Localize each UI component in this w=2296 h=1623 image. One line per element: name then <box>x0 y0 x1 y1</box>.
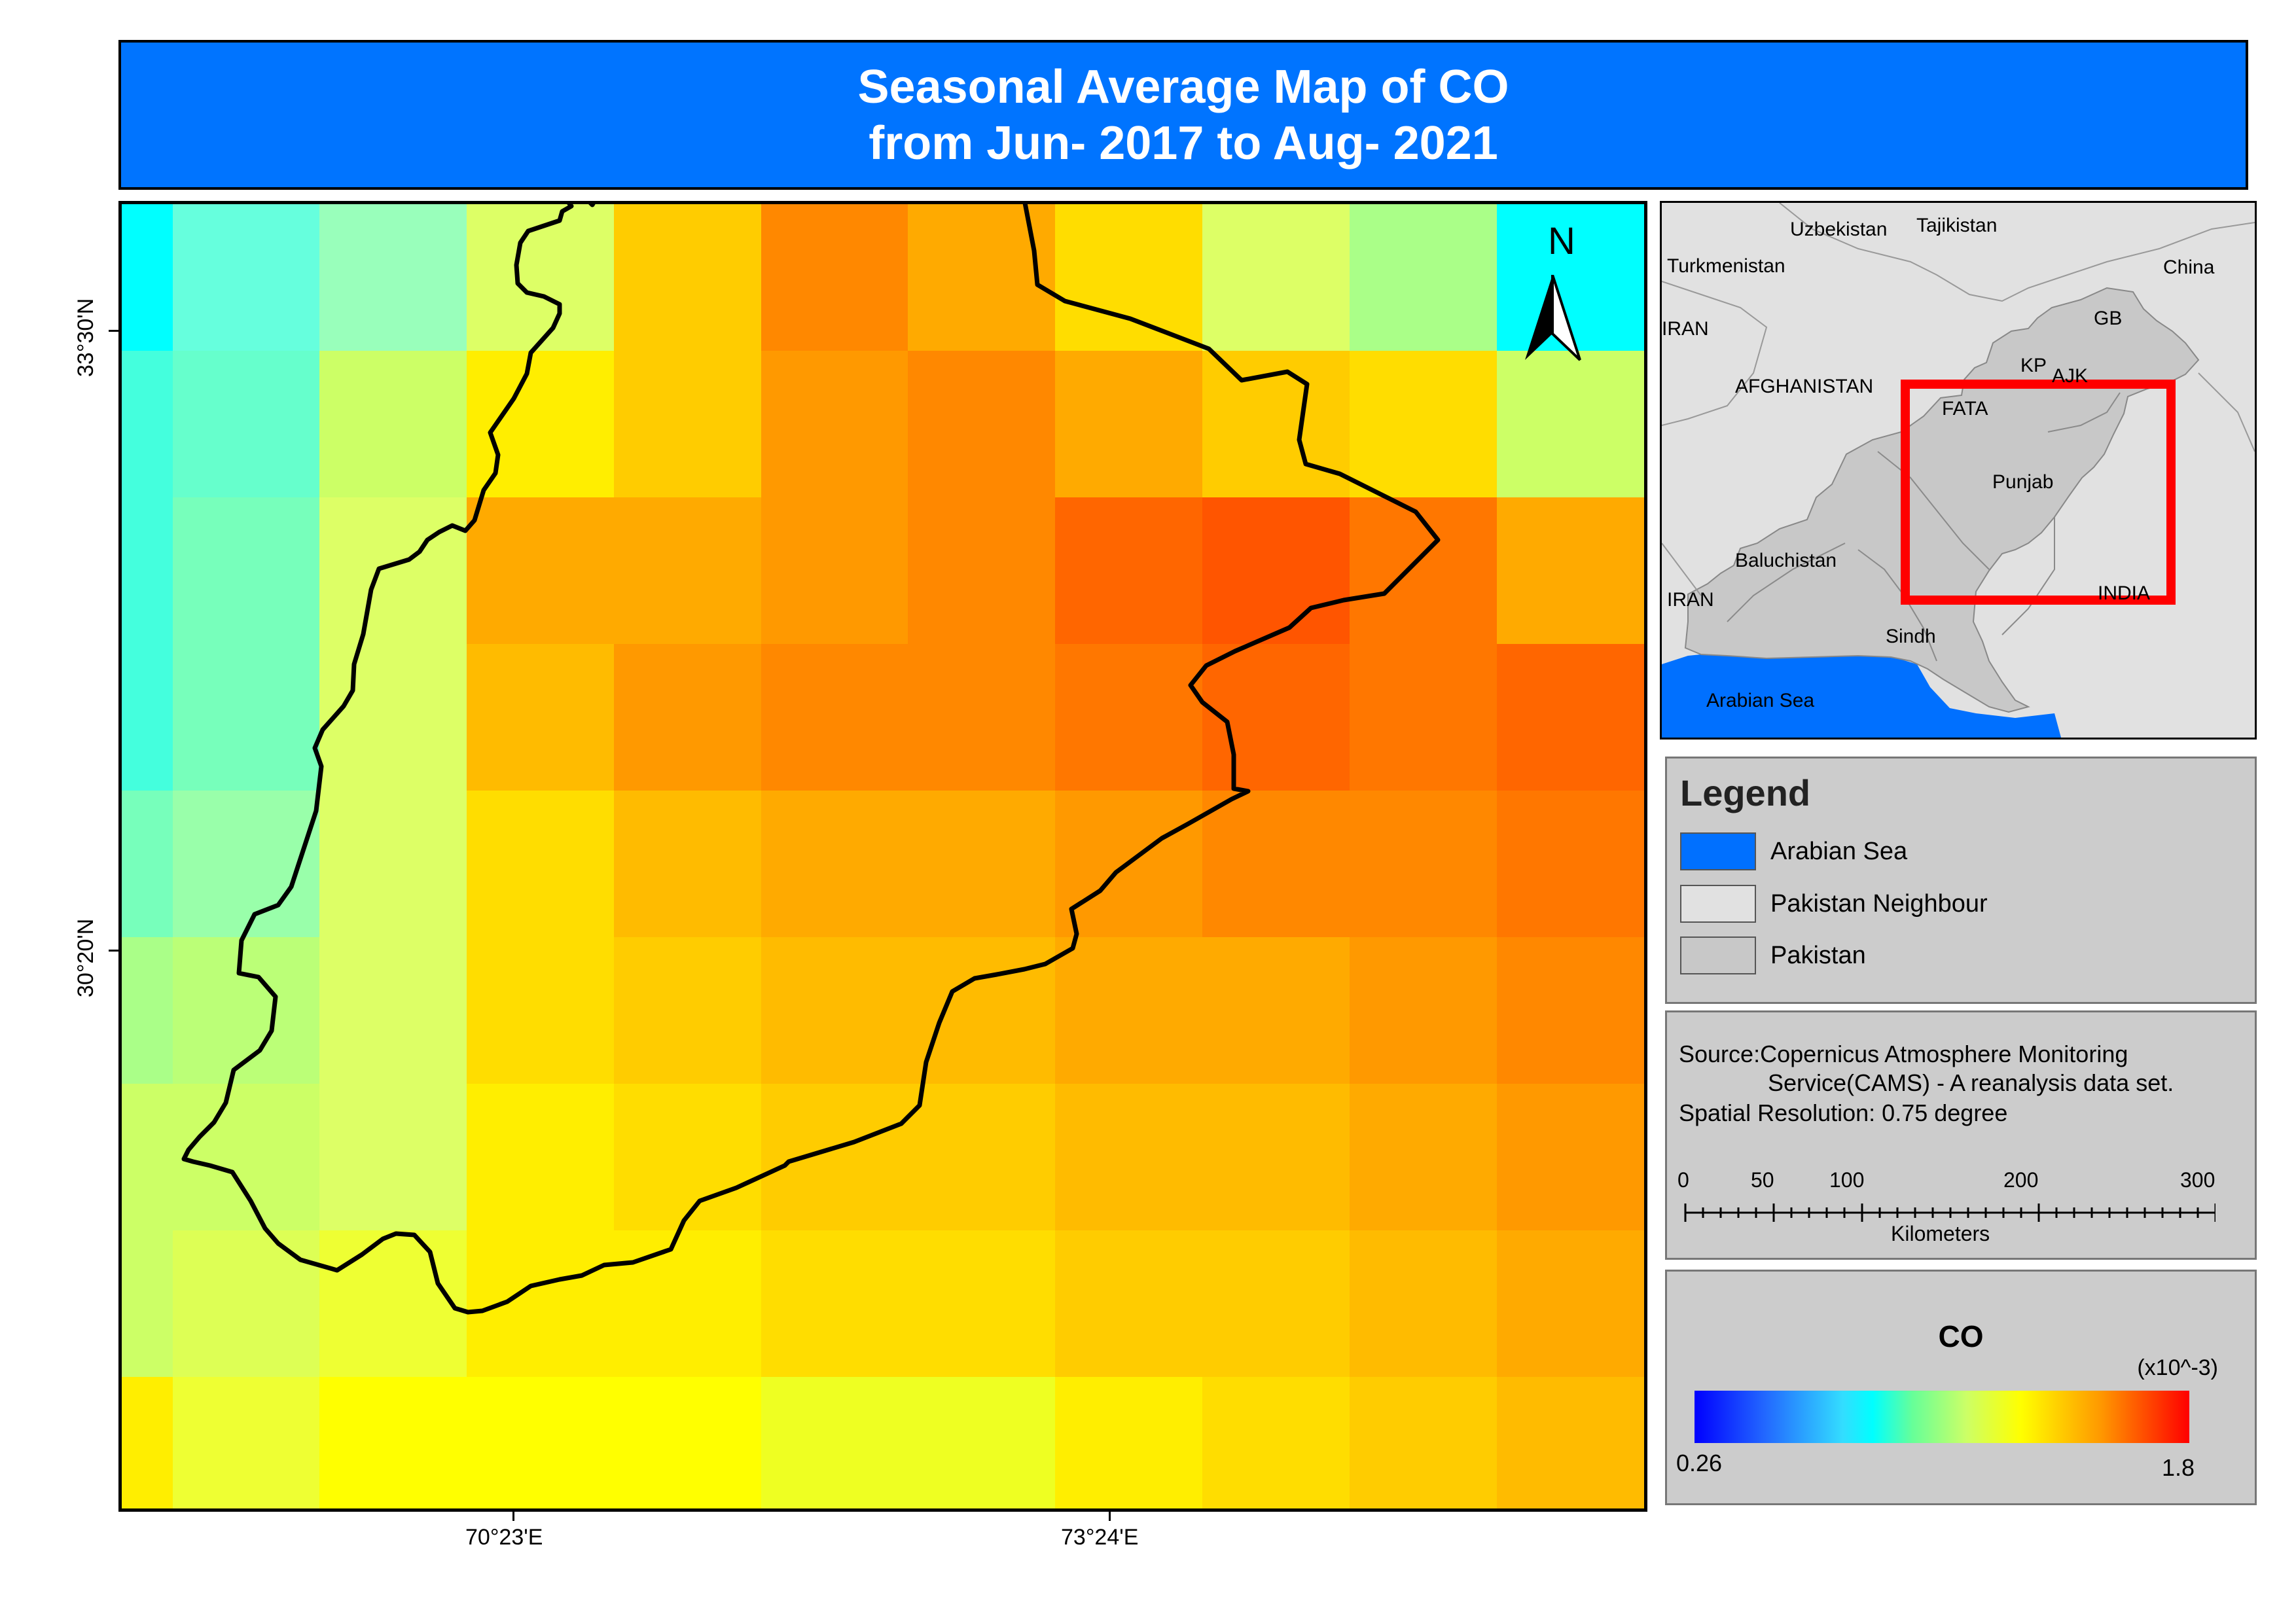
punjab-boundary <box>181 204 1441 1315</box>
lon-label-east: 73°24'E <box>1061 1525 1139 1550</box>
colorbar-unit: (x10^-3) <box>2137 1355 2218 1380</box>
scale-unit-label: Kilometers <box>1891 1222 1990 1245</box>
scale-tick-label: 300 <box>2180 1168 2215 1192</box>
colorbar-panel: CO (x10^-3) 0.26 1.8 <box>1665 1270 2257 1505</box>
colorbar-title: CO <box>1938 1319 1984 1353</box>
map-title-line2: from Jun- 2017 to Aug- 2021 <box>869 116 1498 169</box>
inset-label-arabian-sea: Arabian Sea <box>1706 690 1815 711</box>
source-line3: Spatial Resolution: 0.75 degree <box>1679 1099 2008 1126</box>
inset-label-fata: FATA <box>1942 398 1988 419</box>
colorbar-ramp <box>1695 1391 2189 1443</box>
inset-label-punjab: Punjab <box>1992 471 2054 493</box>
inset-label-china: China <box>2163 257 2215 278</box>
north-arrow-icon <box>1525 275 1581 361</box>
inset-label-ajk: AJK <box>2052 365 2089 387</box>
north-arrow-label: N <box>1548 220 1575 262</box>
scale-tick-label: 50 <box>1751 1168 1774 1192</box>
inset-map-svg <box>1662 203 2255 738</box>
source-panel: Source:Copernicus Atmosphere Monitoring … <box>1665 1010 2257 1260</box>
main-map <box>118 201 1647 1512</box>
inset-label-uzbekistan: Uzbekistan <box>1790 219 1888 240</box>
scale-tick-label: 0 <box>1677 1168 1689 1192</box>
legend-swatch-pakistan <box>1680 936 1756 974</box>
legend-item: Pakistan <box>1680 936 1866 975</box>
map-title: Seasonal Average Map of CO from Jun- 201… <box>118 40 2248 190</box>
source-line1: Source:Copernicus Atmosphere Monitoring <box>1679 1041 2128 1067</box>
legend-label: Pakistan Neighbour <box>1770 889 1988 918</box>
lat-label-north: 33°30'N <box>73 298 98 377</box>
source-line2: Service(CAMS) - A reanalysis data set. <box>1768 1069 2174 1096</box>
legend-label: Pakistan <box>1770 941 1866 969</box>
inset-label-iran-top: IRAN <box>1662 318 1709 340</box>
legend-label: Arabian Sea <box>1770 837 1908 865</box>
map-title-line1: Seasonal Average Map of CO <box>857 60 1509 113</box>
colorbar-max: 1.8 <box>2162 1454 2195 1481</box>
lat-tick <box>109 330 118 332</box>
scale-tick-label: 100 <box>1829 1168 1865 1192</box>
inset-label-iran-bottom: IRAN <box>1667 589 1714 611</box>
inset-label-sindh: Sindh <box>1886 626 1936 647</box>
inset-map: Uzbekistan Tajikistan Turkmenistan China… <box>1660 201 2257 740</box>
lon-tick <box>1109 1512 1111 1521</box>
legend-title: Legend <box>1680 772 1811 813</box>
legend-item: Pakistan Neighbour <box>1680 884 1988 923</box>
inset-label-gb: GB <box>2094 308 2123 329</box>
legend-panel: Legend Arabian Sea Pakistan Neighbour Pa… <box>1665 757 2257 1004</box>
lon-tick <box>512 1512 514 1521</box>
lat-label-south: 30°20'N <box>73 918 98 997</box>
legend-swatch-sea <box>1680 832 1756 870</box>
inset-label-tajikistan: Tajikistan <box>1916 215 1998 236</box>
scale-tick-label: 200 <box>2003 1168 2039 1192</box>
inset-label-kp: KP <box>2020 355 2047 376</box>
inset-label-baluchistan: Baluchistan <box>1735 550 1837 571</box>
lat-tick <box>109 950 118 952</box>
legend-swatch-neighbour <box>1680 885 1756 923</box>
colorbar-min: 0.26 <box>1676 1450 1723 1476</box>
legend-item: Arabian Sea <box>1680 832 1907 871</box>
lon-label-west: 70°23'E <box>465 1525 543 1550</box>
inset-label-india: INDIA <box>2098 582 2151 604</box>
inset-label-afghanistan: AFGHANISTAN <box>1735 376 1874 397</box>
inset-label-turkmenistan: Turkmenistan <box>1667 255 1785 277</box>
